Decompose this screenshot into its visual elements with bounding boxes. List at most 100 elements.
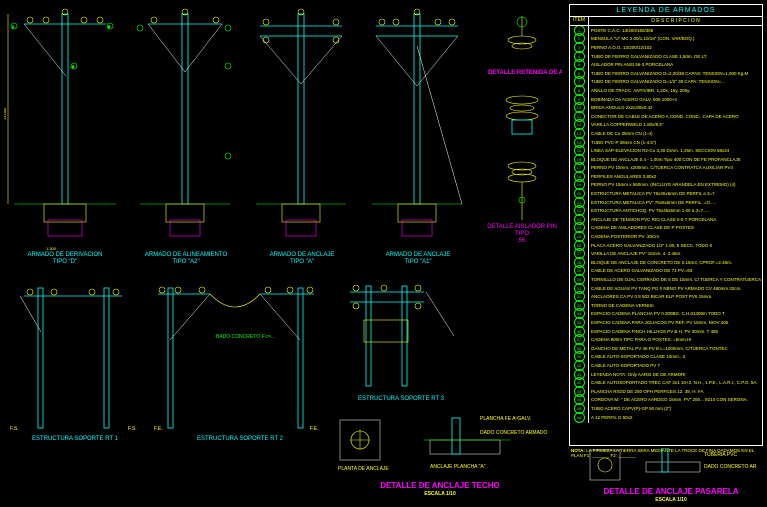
legend-row: 12VARILLA COPPERWELD 1.80x/8.5" xyxy=(570,121,762,130)
drawing-r2c1: F.S. F.S. xyxy=(6,280,144,435)
legend-item-desc: PERNO A.O.G. 13/200/12/102 xyxy=(589,45,762,50)
drawing-anchor-roof: PLANTA DE ANCLAJE PLANCHA FE AºGALV. DAD… xyxy=(330,410,550,480)
legend-item-desc: LINEA SAP-ELEVACION R2-Cu 3,30 DIAm. 1,2… xyxy=(589,148,762,153)
drawing-r1c5: DETALLE RETENIDA DE ANCLAJE xyxy=(482,10,562,260)
svg-text:DADO CONCRETO ARMADO: DADO CONCRETO ARMADO xyxy=(480,430,548,436)
legend-item-desc: AISLADOR PIN ANSI 56-3 PORCELANA xyxy=(589,62,762,67)
legend-row: 46A 12 PERFIL D 50x2 xyxy=(570,413,762,422)
title-r2c1: ESTRUCTURA SOPORTE RT 1 xyxy=(6,436,144,443)
legend-row: 44CORDOVA M.-" DE ACERO AARDGO 15mm. PV"… xyxy=(570,396,762,405)
svg-text:PLANTA DE ANCLAJE: PLANTA DE ANCLAJE xyxy=(338,466,389,472)
legend-row: 37CADENA 800m TIPC PARA O POSTES. =5mm.H… xyxy=(570,335,762,344)
legend-item-desc: BRIDA ANGULO 2x2x3/8x0.42 xyxy=(589,105,762,110)
legend-item-desc: PERFILES ANGULARES 3,80x2 xyxy=(589,174,762,179)
drawing-r1c1: 1 5 9 13,000 1,300 xyxy=(4,6,126,251)
legend-head-item: ITEM xyxy=(570,17,589,25)
legend-item-desc: LEYENDA NOTA: Only AARSI DE DE ARMORI xyxy=(589,372,762,377)
legend-row: 32ANCLAORES CA PV 0.5 502 BICAR ELP POST… xyxy=(570,292,762,301)
legend-row: 18PERFILES ANGULARES 3,80x2 xyxy=(570,172,762,181)
drawing-r2c3 xyxy=(336,280,466,400)
legend-item-desc: CONECTOR DE CABLE DE ACERO A COND. COND.… xyxy=(589,114,762,119)
legend-row: 21ESTRUCTURA METALICA PV" 75x5x6mm DE PE… xyxy=(570,198,762,207)
legend-row: 35ESPACIO CADENA PARA JOLIACOS PV REF. P… xyxy=(570,318,762,327)
legend-item-desc: PERNO PV 15mm.x 560mm. (INCLUYE ARANDELA… xyxy=(589,182,762,187)
legend-title: LEYENDA DE ARMADOS xyxy=(570,5,762,17)
legend-head-desc: D E S C R I P C I O N xyxy=(589,17,762,25)
legend-row: 27VARILLA DE ANCLAJE PV" 15mm. 4. 2.46m. xyxy=(570,249,762,258)
legend-row: 22ESTRUCTURA ANTICHOQ. PV 75x45x6mm 1.00… xyxy=(570,206,762,215)
title-r1c4: ARMADO DE ANCLAJETIPO "A1" xyxy=(362,252,474,266)
legend-row: 36ESPACIO CADENA FINCH HILLHOS PV B H. P… xyxy=(570,327,762,336)
legend-row: 31CABLE DE AGUAS PV TANQ PG # NBNO PV AR… xyxy=(570,284,762,293)
title-r2c3: ESTRUCTURA SOPORTE RT 3 xyxy=(336,396,466,403)
svg-text:9: 9 xyxy=(72,64,75,69)
drawing-r1c4 xyxy=(362,6,474,251)
legend-item-desc: ESPACIO CADENA PARA JOLIACOS PV REF. PV … xyxy=(589,320,762,325)
title-anchor-walk: DETALLE DE ANCLAJE PASARELA ESCALA 1/10 xyxy=(576,488,766,504)
legend-row: 23ANCLAJE DE TENSION PVC RIO CLASE II-5 … xyxy=(570,215,762,224)
legend-header: ITEM D E S C R I P C I O N xyxy=(570,17,762,26)
legend-row: 45TUBO ACERO CAPV(P)-GP 50 mm (2") xyxy=(570,404,762,413)
legend-item-desc: VARILLA DE ANCLAJE PV" 15mm. 4. 2.46m. xyxy=(589,251,762,256)
legend-row: 5AISLADOR PIN ANSI 56-3 PORCELANA xyxy=(570,60,762,69)
legend-item-desc: CABLE DE Cu 35mm CN (1-4) xyxy=(589,131,762,136)
legend-item-desc: ESPACIO CADENA PLANCHA PV 0.300BG. C.H.0… xyxy=(589,311,762,316)
legend-item-desc: TORNILLLO DE OJAL CERRADO DE 5 DE 15mm. … xyxy=(589,277,762,282)
legend-item-desc: TUBO ACERO CAPV(P)-GP 50 mm (2") xyxy=(589,406,762,411)
legend-item-desc: ANCLAORES CA PV 0.5 502 BICAR ELP POST P… xyxy=(589,294,762,299)
legend-row: 14TUBO PVC-P 38mm CN (1-4.5") xyxy=(570,138,762,147)
legend-row: 20ESTRUCTURA METALICA PV 75x45x6mm DE PE… xyxy=(570,189,762,198)
svg-text:PLANCHA FE AºGALV.: PLANCHA FE AºGALV. xyxy=(480,416,531,422)
svg-text:DADO CONCRETO ARMADO: DADO CONCRETO ARMADO xyxy=(704,464,756,470)
legend-item-desc: CABLE DE ACERO GALVANIZADO DE 71 PV.=83 xyxy=(589,268,762,273)
legend-row: 26PLACA ACERO GALVANIZADO 1/2" 1.80, 5 S… xyxy=(570,241,762,250)
legend-item-desc: PLACA ACERO GALVANIZADO 1/2" 1.80, 5 SEC… xyxy=(589,243,762,248)
legend-row: 25CADENA POSTERIOR PV .30Cm xyxy=(570,232,762,241)
legend-row: 8ANILLO DE TRACC. ANTIVIBR. 1,20x, 15y, … xyxy=(570,86,762,95)
drawing-r1c2 xyxy=(130,6,242,251)
legend-item-desc: BLOQUE DE ANCLAJE DE CONCRETO DE 0.15m3,… xyxy=(589,260,762,265)
svg-text:5: 5 xyxy=(108,24,111,29)
title-r1c2: ARMADO DE ALINEAMIENTOTIPO "A2" xyxy=(130,252,242,266)
legend-item-desc: POSTE C.A.C. 13/400/180/385 xyxy=(589,28,762,33)
title-r1c5b: DETALLE AISLADOR PIN TIPO56 xyxy=(482,224,562,245)
drawing-r1c3 xyxy=(246,6,358,251)
legend-row: 4TUBO DE FIERRO GALVANIZADO CLASE 1,50m.… xyxy=(570,52,762,61)
legend-row: 30TORNILLLO DE OJAL CERRADO DE 5 DE 15mm… xyxy=(570,275,762,284)
legend-item-desc: CADENA POSTERIOR PV .30Cm xyxy=(589,234,762,239)
legend-item-desc: CABLE AUTO-SOPORTADO PV 7 xyxy=(589,363,762,368)
legend-item-desc: ESTRUCTURA METALICA PV" 75x5x6mm DE PERF… xyxy=(589,200,762,205)
legend-item-desc: CORDOVA M.-" DE ACERO AARDGO 15mm. PV" 2… xyxy=(589,397,762,402)
legend-row: 16BLOQUE DE ANCLAJE 0.4 - 1.00m.Tipo 400… xyxy=(570,155,762,164)
legend-item-desc: CABLE DE AGUAS PV TANQ PG # NBNO PV ARMA… xyxy=(589,286,762,291)
legend-item-desc: VARILLA COPPERWELD 1.80x/8.5" xyxy=(589,122,762,127)
legend-row: 17PERNO PV 15mm. x200mm. C/TUERCA CONTRA… xyxy=(570,164,762,173)
legend-row: 40CABLE AUTO-SOPORTADO PV 7 xyxy=(570,361,762,370)
svg-text:ANCLAJE PLANCHA "A": ANCLAJE PLANCHA "A" xyxy=(430,464,486,470)
legend-item-desc: TUBO PVC-P 38mm CN (1-4.5") xyxy=(589,140,762,145)
legend-item-desc: ESTRUCTURA ANTICHOQ. PV 75x45x6mm 1.00 a… xyxy=(589,208,762,213)
legend-item-desc: TUBO DE FIERRO GALVANIZADO D=1/2" 38 CAP… xyxy=(589,79,762,84)
legend-item-desc: GANCHO DE METAL PV 45 PV B L=1000mm, C/T… xyxy=(589,346,762,351)
legend-row: 34ESPACIO CADENA PLANCHA PV 0.300BG. C.H… xyxy=(570,310,762,319)
legend-item-desc: CABLE AUTOSOPORTADO TREC CAF 3x1 10+2. N… xyxy=(589,380,762,385)
svg-text:F.S.: F.S. xyxy=(128,426,137,432)
legend-item-desc: A 12 PERFIL D 50x2 xyxy=(589,415,762,420)
legend-row: 7TUBO DE FIERRO GALVANIZADO D=1/2" 38 CA… xyxy=(570,78,762,87)
drawing-anchor-walk: TUBERIA PVC DADO CONCRETO ARMADO xyxy=(586,448,756,488)
svg-text:F.E.: F.E. xyxy=(154,426,163,432)
legend-row: 13CABLE DE Cu 35mm CN (1-4) xyxy=(570,129,762,138)
title-r1c3: ARMADO DE ANCLAJETIPO "A" xyxy=(246,252,358,266)
svg-text:BADO CONCRETO F'c=...: BADO CONCRETO F'c=... xyxy=(216,334,275,340)
legend-item-desc: TUBO DE FIERRO GALVANIZADO D=2,00/38 CAP… xyxy=(589,71,762,76)
legend-item-desc: ESPACIO CADENA FINCH HILLHOS PV B H. PV … xyxy=(589,329,762,334)
legend-row: 43PLANCHA RIGID DE 250 OPH PERFILES 12. … xyxy=(570,387,762,396)
legend-row: 1POSTE C.A.C. 13/400/180/385 xyxy=(570,26,762,35)
legend-row: 11CONECTOR DE CABLE DE ACERO A COND. CON… xyxy=(570,112,762,121)
legend-row: 6TUBO DE FIERRO GALVANIZADO D=2,00/38 CA… xyxy=(570,69,762,78)
legend-item-desc: BOBINADA De ACERO GALV. 505 1000+4 xyxy=(589,97,762,102)
legend-item-desc: CADENA 800m TIPC PARA O POSTES. =5mm.HI xyxy=(589,337,762,342)
legend-row: 38GANCHO DE METAL PV 45 PV B L=1000mm, C… xyxy=(570,344,762,353)
svg-text:1: 1 xyxy=(12,24,15,29)
legend-row: 24CADENA DE AISLADORES CLASE DE P POSTES xyxy=(570,224,762,233)
